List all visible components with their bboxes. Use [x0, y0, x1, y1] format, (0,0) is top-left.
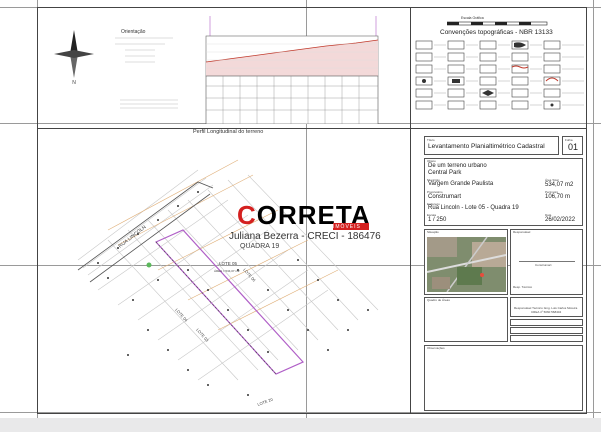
conventions-legend [415, 40, 584, 110]
info-row [510, 327, 583, 334]
scale: 1 / 250 [428, 217, 447, 223]
orientation-title: Orientação [121, 29, 146, 35]
perimeter: 106,70 m [545, 194, 571, 200]
frame-divider [410, 7, 411, 414]
sheet-number: 01 [568, 142, 579, 152]
lot2-label: LOTE 20 [257, 397, 274, 407]
project-info: Objeto De um terreno urbano Central Park… [424, 158, 583, 226]
object-line1: De um terreno urbano [428, 163, 487, 169]
site-plan-map: RUA LINCOLN LOTE 05 ÁREA = 534,07 m2 LOT… [77, 159, 379, 407]
grid-line [593, 0, 594, 418]
object-line2: Central Park [428, 170, 462, 176]
agent-name: Juliana Bezerra - CRECI - 186476 [229, 231, 381, 242]
title-box: Título Levantamento Planialtimétrico Cad… [424, 136, 559, 155]
owner: Construmart [428, 194, 462, 200]
drawing-sheet: N Orientação Perfil Longitudinal do terr… [0, 0, 601, 418]
brand-sub: IMÓVEIS [333, 224, 361, 230]
frame-divider [410, 128, 587, 129]
longitudinal-profile-chart [205, 16, 379, 124]
tech-resp-box: Responsável Técnico: Eng. Luis Carlos Mo… [510, 297, 583, 317]
location-box: Situação [424, 229, 508, 295]
aerial-photo [427, 237, 506, 292]
lot4-label: LOTE 04 [174, 307, 189, 323]
responsible-box: Responsável Construmart Resp. Técnico [510, 229, 583, 295]
benchmark-marker [146, 262, 152, 268]
info-row [510, 319, 583, 326]
coordinate-notes [120, 99, 178, 109]
info-row [510, 335, 583, 342]
lot-label: LOTE 05 [219, 261, 238, 266]
total-area: 534,07 m2 [545, 182, 574, 188]
block-label: QUADRA 19 [240, 243, 280, 250]
remarks-box: Observações [424, 345, 583, 411]
municipality: Vargem Grande Paulista [428, 181, 494, 187]
street-label: RUA LINCOLN [118, 224, 148, 249]
scale-bar [447, 21, 548, 26]
responsible-signature: Construmart [535, 263, 552, 267]
lot-area-label: ÁREA = 534,07 m2 [214, 269, 240, 273]
lot3-label: LOTE 03 [195, 327, 210, 343]
orientation-notes [115, 37, 173, 63]
north-arrow-icon: N [54, 30, 94, 84]
scale-bar-label: Escala Gráfica [461, 16, 484, 20]
date: 26/02/2022 [545, 217, 576, 223]
lot6-label: LOTE 06 [242, 267, 257, 283]
north-label: N [72, 80, 76, 84]
document-title: Levantamento Planialtimétrico Cadastral [428, 143, 545, 150]
address: Rua Lincoln - Lote 05 - Quadra 19 [428, 205, 519, 211]
notes-box: Quadro de Áreas [424, 297, 508, 342]
conventions-title: Convenções topográficas - NBR 13133 [440, 29, 553, 36]
sheet-box: Folha 01 [562, 136, 583, 155]
